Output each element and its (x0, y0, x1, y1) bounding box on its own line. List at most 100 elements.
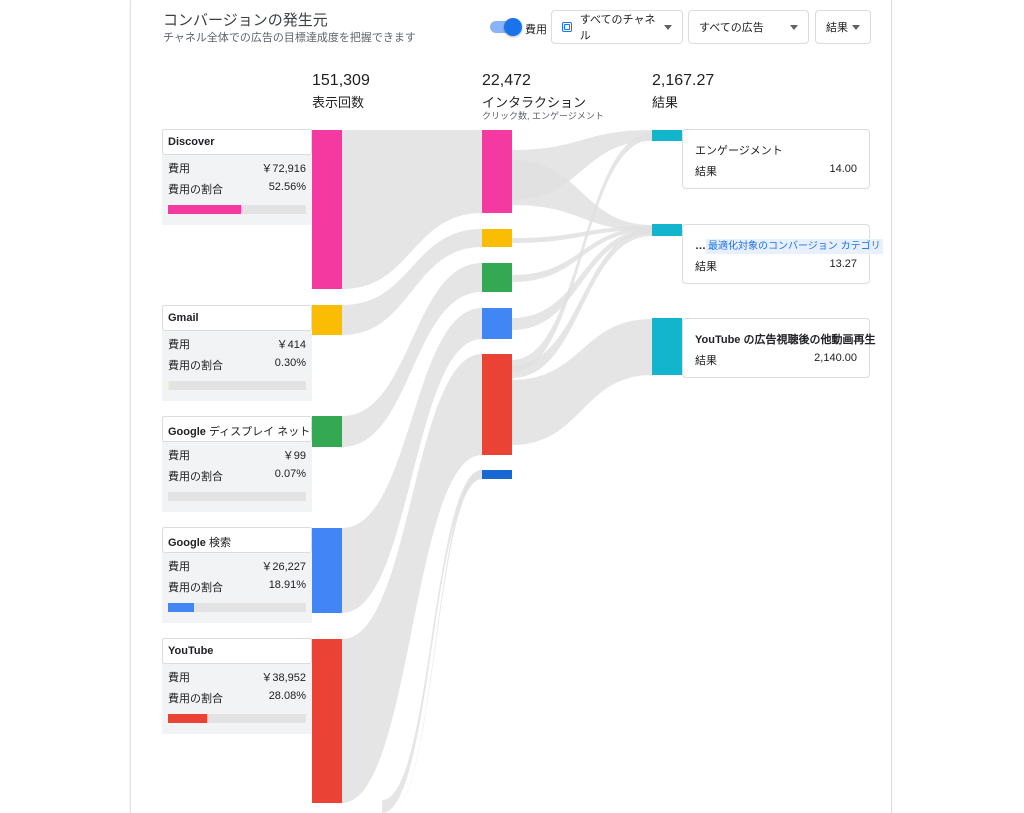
conversion-source-card: コンバージョンの発生元 チャネル全体での広告の目標達成度を把握できます 費用 す… (130, 0, 892, 813)
cost-toggle[interactable] (490, 18, 522, 36)
source-name: Discover (162, 129, 312, 155)
node-interactions-discover[interactable] (482, 130, 512, 213)
flow-discover-optimized (512, 160, 652, 231)
impressions-value: 151,309 (312, 72, 370, 89)
node-interactions-other[interactable] (482, 470, 512, 479)
cost-share-bar (168, 714, 306, 723)
channel-dropdown-label: すべてのチャネル (579, 14, 656, 42)
node-impressions-youtube[interactable] (312, 639, 342, 803)
cost-value: ￥99 (282, 450, 306, 462)
cost-share-row: 費用の割合 0.07% (162, 463, 312, 484)
node-interactions-gmail[interactable] (482, 229, 512, 247)
cost-value: ￥26,227 (261, 561, 306, 573)
cost-label: 費用 (168, 339, 190, 351)
source-name: YouTube (162, 638, 312, 664)
cost-share-bar (168, 603, 306, 612)
result-value: 13.27 (829, 258, 857, 270)
result-value-label: 結果 (695, 166, 717, 178)
impressions-label: 表示回数 (312, 95, 365, 110)
card-subtitle: チャネル全体での広告の目標達成度を把握できます (163, 32, 416, 44)
channel-dropdown[interactable]: すべてのチャネル (551, 10, 683, 44)
node-impressions-discover[interactable] (312, 130, 342, 289)
chevron-down-icon (790, 24, 798, 30)
node-interactions-google-search[interactable] (482, 308, 512, 339)
cost-share-bar-fill (168, 603, 195, 612)
result-name: YouTube の広告視聴後の他動画再生 (695, 331, 875, 347)
node-impressions-google-search[interactable] (312, 528, 342, 613)
result-card-optimized-conversion[interactable]: … 最適化対象のコンバージョン カテゴリ 結果 13.27 (682, 224, 883, 284)
chevron-down-icon (664, 24, 672, 30)
source-card-youtube[interactable]: YouTube 費用 ￥38,952 費用の割合 28.08% (162, 638, 312, 734)
source-name-text: Google (168, 537, 206, 549)
card-title: コンバージョンの発生元 (163, 12, 328, 29)
cost-label: 費用 (168, 561, 190, 573)
source-name-text: Gmail (168, 312, 199, 324)
source-card-google-search[interactable]: Google 検索 費用 ￥26,227 費用の割合 18.91% (162, 527, 312, 623)
node-result-youtube-views[interactable] (652, 318, 682, 375)
cost-row: 費用 ￥38,952 (162, 664, 312, 685)
result-name-link[interactable]: 最適化対象のコンバージョン カテゴリ (706, 239, 883, 254)
metric-dropdown-label: 結果 (826, 22, 848, 34)
cost-row: 費用 ￥26,227 (162, 553, 312, 574)
cost-share-row: 費用の割合 0.30% (162, 352, 312, 373)
interactions-value: 22,472 (482, 72, 531, 89)
source-name: Gmail (162, 305, 312, 331)
cost-share-value: 0.07% (274, 468, 306, 480)
cost-label: 費用 (168, 163, 190, 175)
cost-share-value: 18.91% (268, 579, 306, 591)
cost-label: 費用 (168, 672, 190, 684)
cost-share-bar-fill (168, 381, 170, 390)
node-interactions-google-display[interactable] (482, 263, 512, 292)
toggle-knob (504, 18, 522, 36)
cost-share-label: 費用の割合 (168, 471, 223, 483)
node-result-engagement[interactable] (652, 130, 682, 141)
cost-share-row: 費用の割合 52.56% (162, 176, 312, 197)
cost-share-row: 費用の割合 18.91% (162, 574, 312, 595)
result-value: 2,140.00 (814, 352, 857, 364)
cost-share-value: 52.56% (268, 181, 306, 193)
result-value-label: 結果 (695, 261, 717, 273)
cost-share-value: 0.30% (274, 357, 306, 369)
result-name: エンゲージメント (695, 142, 783, 158)
source-name-text: Google (168, 426, 206, 438)
result-card-youtube-views[interactable]: YouTube の広告視聴後の他動画再生 結果 2,140.00 (682, 318, 875, 378)
node-impressions-google-display[interactable] (312, 416, 342, 447)
source-card-google-display[interactable]: Google ディスプレイ ネット… 費用 ￥99 費用の割合 0.07% (162, 416, 312, 512)
source-name-suffix: ディスプレイ ネット… (205, 426, 312, 438)
interactions-sublabel: クリック数, エンゲージメント (482, 111, 604, 121)
node-interactions-youtube[interactable] (482, 354, 512, 455)
flow-youtube-views (512, 319, 652, 445)
cost-share-bar-fill (168, 714, 207, 723)
node-impressions-gmail[interactable] (312, 305, 342, 335)
source-name-text: Discover (168, 136, 215, 148)
cost-row: 費用 ￥99 (162, 442, 312, 463)
cost-share-bar (168, 381, 306, 390)
cost-row: 費用 ￥414 (162, 331, 312, 352)
cost-share-label: 費用の割合 (168, 582, 223, 594)
cost-share-label: 費用の割合 (168, 360, 223, 372)
flow-discover (342, 130, 482, 289)
result-value-label: 結果 (695, 355, 717, 367)
cost-share-bar (168, 492, 306, 501)
channels-icon (562, 22, 572, 32)
results-value: 2,167.27 (652, 72, 715, 89)
chevron-down-icon (852, 24, 860, 30)
cost-share-bar (168, 205, 306, 214)
result-value: 14.00 (829, 163, 857, 175)
cost-share-label: 費用の割合 (168, 184, 223, 196)
cost-toggle-label: 費用 (525, 24, 547, 36)
results-label: 結果 (652, 95, 679, 110)
metric-dropdown[interactable]: 結果 (815, 10, 871, 44)
node-result-optimized[interactable] (652, 224, 682, 236)
cost-row: 費用 ￥72,916 (162, 155, 312, 176)
result-card-engagement[interactable]: エンゲージメント 結果 14.00 (682, 129, 870, 189)
result-name: … 最適化対象のコンバージョン カテゴリ (695, 237, 883, 254)
result-name-prefix: … (695, 240, 706, 252)
result-name-text: エンゲージメント (695, 145, 783, 157)
cost-value: ￥38,952 (261, 672, 306, 684)
source-card-discover[interactable]: Discover 費用 ￥72,916 費用の割合 52.56% (162, 129, 312, 225)
ads-dropdown[interactable]: すべての広告 (688, 10, 809, 44)
source-card-gmail[interactable]: Gmail 費用 ￥414 費用の割合 0.30% (162, 305, 312, 401)
cost-value: ￥414 (276, 339, 306, 351)
source-name-text: YouTube (168, 645, 214, 657)
